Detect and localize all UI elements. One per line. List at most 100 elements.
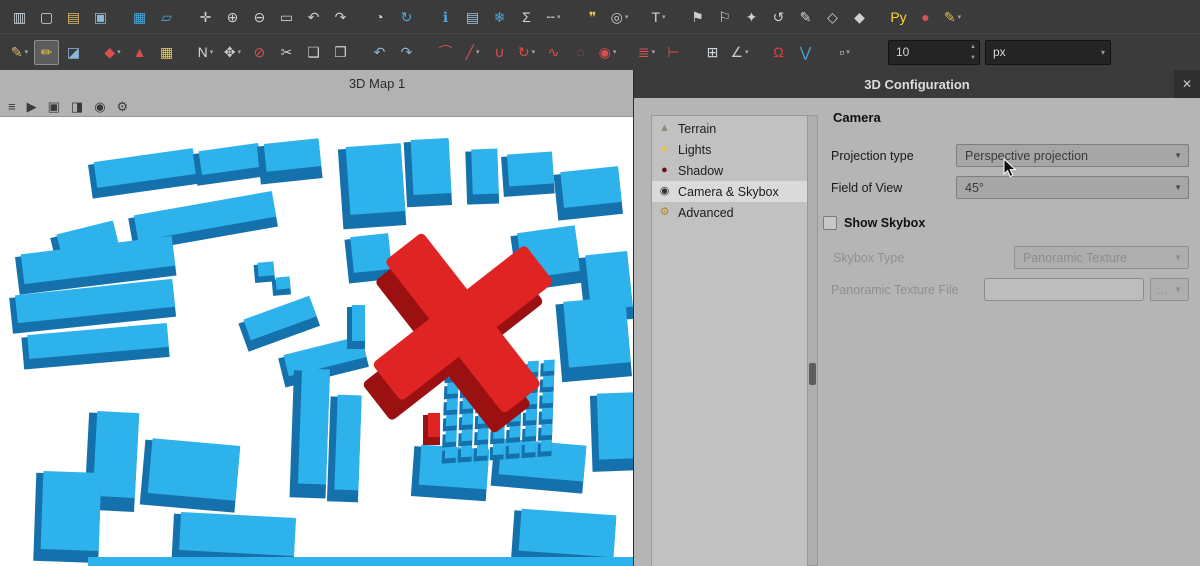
scrollbar-handle[interactable] [809, 363, 816, 385]
highlight-pinned-labels-button[interactable]: ⚐ [712, 4, 737, 29]
layer-diagram-button[interactable]: ◆ [847, 4, 872, 29]
zoom-last-button[interactable]: ↶ [301, 4, 326, 29]
attributes-grid-button[interactable]: ⊞ [700, 40, 725, 65]
nav-item-label: Terrain [678, 122, 716, 136]
unit-select[interactable]: px▾ [985, 40, 1111, 65]
browse-file-button[interactable]: … ▼ [1150, 278, 1189, 301]
nav-item-camera-skybox[interactable]: ◉Camera & Skybox [652, 181, 807, 202]
size-spinbox[interactable]: 10▲▼ [888, 40, 980, 65]
split-features-button[interactable]: ╱▾ [460, 40, 485, 65]
new-project-button[interactable]: ▢ [34, 4, 59, 29]
vertex-editor-button[interactable]: ∠▾ [727, 40, 752, 65]
current-edits-button[interactable]: ✎▾ [7, 40, 32, 65]
zoom-to-bookmark-button[interactable]: ◎▾ [607, 4, 632, 29]
snapping-options-button[interactable]: Ω [766, 40, 791, 65]
open-data-source-manager-button[interactable]: ▥ [7, 4, 32, 29]
spinbox-arrows[interactable]: ▲▼ [970, 44, 976, 61]
map-panel-header[interactable]: 3D Map 1 [0, 70, 633, 96]
statistical-summary-button[interactable]: ▤ [460, 4, 485, 29]
rotate-feature-button[interactable]: ↻▾ [514, 40, 539, 65]
zoom-out-button[interactable]: ⊖ [247, 4, 272, 29]
diagram-options-button[interactable]: ◇ [820, 4, 845, 29]
new-map-view-button[interactable]: ▦ [127, 4, 152, 29]
nav-item-lights[interactable]: ●Lights [652, 139, 807, 160]
close-button[interactable]: ✕ [1174, 70, 1200, 98]
play-animation-button[interactable]: ▶ [27, 100, 37, 113]
vertex-tool-icon: N [198, 45, 208, 59]
python-console-button[interactable]: Py [886, 4, 911, 29]
projection-type-label: Projection type [831, 149, 914, 163]
layer-diagram-icon: ◆ [854, 10, 865, 24]
pan-map-button[interactable]: ✛ [193, 4, 218, 29]
zoom-next-button[interactable]: ↷ [328, 4, 353, 29]
nav-item-advanced[interactable]: ⚙Advanced [652, 202, 807, 223]
plugin-manager-button[interactable]: ● [913, 4, 938, 29]
zoom-in-button[interactable]: ⊕ [220, 4, 245, 29]
annotation-tools-button[interactable]: ✎▾ [940, 4, 965, 29]
export-scene-button[interactable]: ◨ [71, 100, 83, 113]
merge-features-button[interactable]: ∪ [487, 40, 512, 65]
nav-item-terrain[interactable]: ▲Terrain [652, 118, 807, 139]
new-3d-map-view-button[interactable]: ▱ [154, 4, 179, 29]
save-project-button[interactable]: ▣ [88, 4, 113, 29]
show-statistics-button[interactable]: Σ [514, 4, 539, 29]
skybox-type-label: Skybox Type [833, 251, 904, 265]
skybox-type-select[interactable]: Panoramic Texture ▼ [1014, 246, 1189, 269]
nav-item-label: Shadow [678, 164, 723, 178]
show-skybox-checkbox[interactable] [823, 216, 837, 230]
add-polygon-feature-icon: ▲ [133, 45, 147, 59]
undo-button[interactable]: ↶ [367, 40, 392, 65]
qgis-window: ▥▢▤▣▦▱✛⊕⊖▭↶↷◔↻ℹ▤❄Σ╌▾❞◎▾T▾⚑⚐✦↺✎◇◆Py●✎▾ ✎▾… [0, 0, 1200, 566]
pin-labels-button[interactable]: ⚑ [685, 4, 710, 29]
trim-extend-button[interactable]: ⊢ [661, 40, 686, 65]
move-feature-button[interactable]: ✥▾ [220, 40, 245, 65]
nav-scrollbar[interactable] [808, 115, 818, 566]
highlight-pinned-labels-icon: ⚐ [718, 10, 731, 24]
3d-map-view[interactable] [0, 117, 633, 566]
toggle-editing-button[interactable]: ✏ [34, 40, 59, 65]
delete-selected-button[interactable]: ⊘ [247, 40, 272, 65]
simplify-feature-button[interactable]: ∿ [541, 40, 566, 65]
dialog-body: ▲Terrain●Lights●Shadow◉Camera & Skybox⚙A… [634, 98, 1200, 566]
advanced-digitizing-button[interactable]: ⋁ [793, 40, 818, 65]
paste-features-button[interactable]: ❐ [328, 40, 353, 65]
scene-settings-button[interactable]: ⚙ [117, 100, 129, 113]
show-statistics-icon: Σ [522, 10, 531, 24]
save-as-image-button[interactable]: ▣ [48, 100, 60, 113]
zoom-full-button[interactable]: ▭ [274, 4, 299, 29]
vertex-tool-button[interactable]: N▾ [193, 40, 218, 65]
dialog-titlebar[interactable]: 3D Configuration ✕ [634, 70, 1200, 98]
offset-curve-button[interactable]: ≣▾ [634, 40, 659, 65]
identify-features-button[interactable]: ℹ [433, 4, 458, 29]
refresh-map-button[interactable]: ↻ [394, 4, 419, 29]
change-label-button[interactable]: ✎ [793, 4, 818, 29]
move-label-button[interactable]: ✦ [739, 4, 764, 29]
rotate-feature-icon: ↻ [518, 45, 530, 59]
cut-features-button[interactable]: ✂ [274, 40, 299, 65]
field-of-view-select[interactable]: 45° ▼ [956, 176, 1189, 199]
attributes-grid-icon: ⊞ [707, 45, 719, 59]
projection-type-select[interactable]: Perspective projection ▼ [956, 144, 1189, 167]
dock-options-button[interactable]: ≡ [8, 100, 16, 113]
redo-button[interactable]: ↷ [394, 40, 419, 65]
text-annotation-button[interactable]: T▾ [646, 4, 671, 29]
open-project-button[interactable]: ▤ [61, 4, 86, 29]
camera-pose-button[interactable]: ◉ [94, 100, 105, 113]
rotate-label-button[interactable]: ↺ [766, 4, 791, 29]
measure-line-button[interactable]: ╌▾ [541, 4, 566, 29]
processing-toolbox-button[interactable]: ❄ [487, 4, 512, 29]
tracing-button[interactable]: ▫▾ [832, 40, 857, 65]
panoramic-texture-file-input[interactable] [984, 278, 1144, 301]
add-ring-button[interactable]: ◌ [568, 40, 593, 65]
nav-item-shadow[interactable]: ●Shadow [652, 160, 807, 181]
temporal-controller-button[interactable]: ◔ [367, 4, 392, 29]
copy-features-button[interactable]: ❏ [301, 40, 326, 65]
add-polygon-feature-button[interactable]: ▲ [127, 40, 152, 65]
save-layer-edits-button[interactable]: ◪ [61, 40, 86, 65]
reshape-features-button[interactable]: ⌒ [433, 40, 458, 65]
add-record-button[interactable]: ▦ [154, 40, 179, 65]
building [140, 438, 240, 513]
fill-ring-button[interactable]: ◉▾ [595, 40, 620, 65]
map-tips-button[interactable]: ❞ [580, 4, 605, 29]
digitize-with-segment-button[interactable]: ◆▾ [100, 40, 125, 65]
